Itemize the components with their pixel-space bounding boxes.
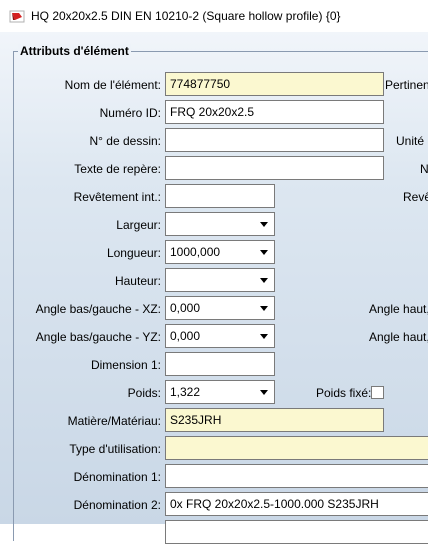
label-revetement-int: Revêtement int.:: [73, 190, 161, 204]
nom-element-field[interactable]: 774877750: [165, 72, 384, 96]
angle-xz-value: 0,000: [170, 301, 201, 315]
matiere-field[interactable]: S235JRH: [165, 408, 384, 432]
chevron-down-icon[interactable]: [260, 390, 268, 395]
label-largeur: Largeur:: [116, 218, 161, 232]
angle-yz-value: 0,000: [170, 329, 201, 343]
label-n: N: [420, 162, 428, 176]
label-matiere: Matière/Matériau:: [67, 414, 161, 428]
title-bar: HQ 20x20x2.5 DIN EN 10210-2 (Square holl…: [0, 0, 428, 32]
hicad-part-icon: [9, 10, 25, 23]
label-pertinence: Pertinen: [385, 78, 428, 92]
chevron-down-icon[interactable]: [260, 334, 268, 339]
label-nom-element: Nom de l'élément:: [64, 78, 161, 92]
chevron-down-icon[interactable]: [260, 306, 268, 311]
revetement-int-field[interactable]: [165, 184, 275, 208]
label-dimension1: Dimension 1:: [90, 358, 161, 372]
label-hauteur: Hauteur:: [114, 274, 161, 288]
no-dessin-field[interactable]: [165, 128, 384, 152]
window-title: HQ 20x20x2.5 DIN EN 10210-2 (Square holl…: [31, 9, 341, 23]
poids-combo[interactable]: 1,322: [165, 380, 275, 404]
label-no-dessin: N° de dessin:: [89, 134, 161, 148]
angle-yz-combo[interactable]: 0,000: [165, 324, 275, 348]
numero-id-field[interactable]: FRQ 20x20x2.5: [165, 100, 384, 124]
denomination2-field[interactable]: 0x FRQ 20x20x2.5-1000.000 S235JRH: [165, 492, 428, 516]
chevron-down-icon[interactable]: [260, 222, 268, 227]
label-angle-haut-yz: Angle haut,: [369, 330, 428, 344]
label-denomination1: Dénomination 1:: [73, 470, 161, 484]
poids-fixe-checkbox[interactable]: [371, 386, 384, 399]
label-revetement-ext: Revê: [403, 190, 428, 204]
label-unite: Unité: [396, 134, 425, 148]
longueur-value: 1000,000: [170, 245, 221, 259]
label-texte-repere: Texte de repère:: [74, 162, 161, 176]
label-denomination2: Dénomination 2:: [73, 498, 161, 512]
angle-xz-combo[interactable]: 0,000: [165, 296, 275, 320]
longueur-combo[interactable]: 1000,000: [165, 240, 275, 264]
label-angle-xz: Angle bas/gauche - XZ:: [35, 302, 161, 316]
label-poids: Poids:: [127, 386, 161, 400]
label-numero-id: Numéro ID:: [99, 106, 161, 120]
denomination1-field[interactable]: [165, 464, 428, 488]
label-angle-haut-xz: Angle haut,: [369, 302, 428, 316]
texte-repere-field[interactable]: [165, 156, 384, 180]
label-type-utilisation: Type d'utilisation:: [69, 442, 161, 456]
type-utilisation-field[interactable]: [165, 436, 428, 460]
dimension1-field[interactable]: [165, 352, 275, 376]
label-longueur: Longueur:: [106, 246, 161, 260]
label-poids-fixe: Poids fixé:: [316, 386, 372, 400]
largeur-combo[interactable]: [165, 212, 275, 236]
label-angle-yz: Angle bas/gauche - YZ:: [35, 330, 161, 344]
chevron-down-icon[interactable]: [260, 250, 268, 255]
hauteur-combo[interactable]: [165, 268, 275, 292]
group-legend: Attributs d'élément: [18, 44, 131, 58]
chevron-down-icon[interactable]: [260, 278, 268, 283]
poids-value: 1,322: [170, 385, 201, 399]
